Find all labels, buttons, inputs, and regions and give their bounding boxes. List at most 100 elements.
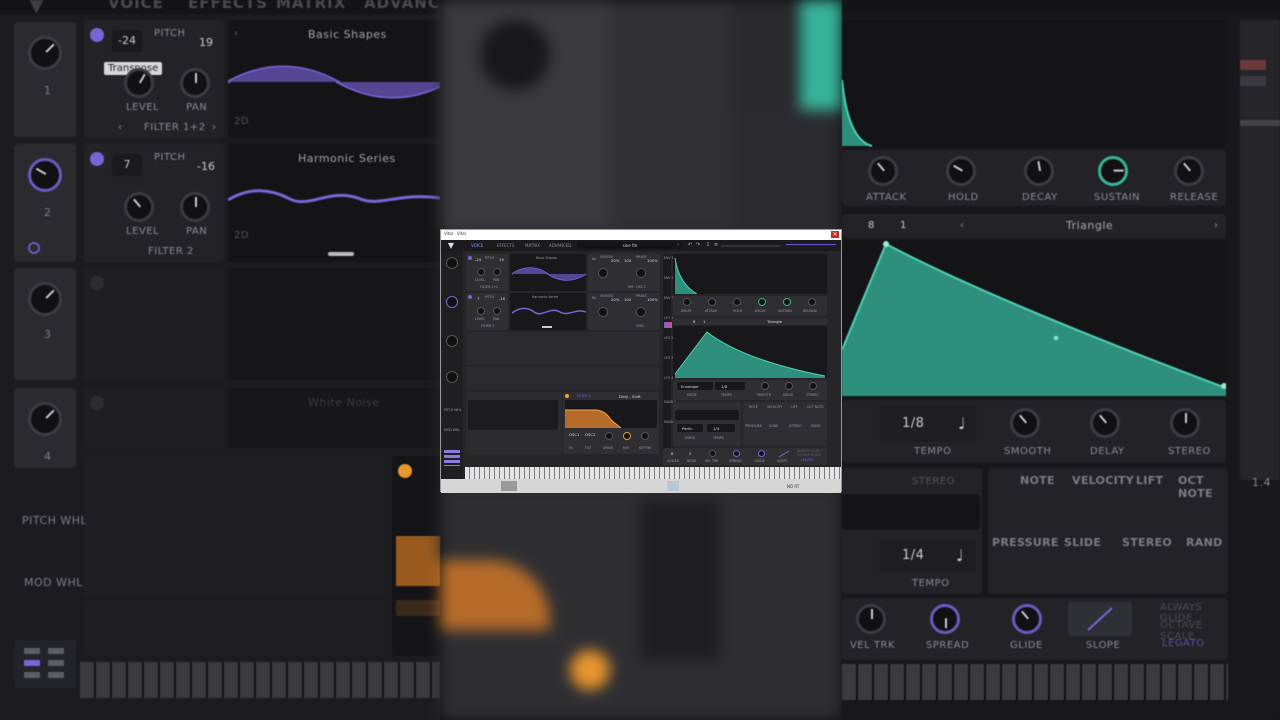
filter1-osc1-tag[interactable]: OSC1 [569, 432, 579, 437]
filter1-enable[interactable] [565, 394, 569, 398]
osc4-side-knob[interactable] [28, 402, 62, 436]
osc1-filter-prev-icon[interactable]: ‹ [118, 122, 123, 133]
osc1-mini-transpose[interactable]: -24 [475, 257, 481, 262]
osc2-tune[interactable]: -16 [192, 156, 220, 178]
env-sustain-knob[interactable] [1098, 156, 1128, 186]
random-tempo-box[interactable]: 1/4 ♩ [880, 538, 976, 574]
osc4-mini-side-knob[interactable] [446, 371, 458, 383]
env-mini-release[interactable] [808, 298, 816, 306]
mod-source-velocity[interactable]: VELOCITY [1072, 474, 1134, 487]
slope-display[interactable] [1068, 602, 1132, 636]
preset-browser-button[interactable] [444, 450, 460, 466]
lfo-mini-rate-num[interactable]: 8 [693, 319, 695, 324]
osc2-unison-knob[interactable] [598, 307, 608, 317]
mini-legato[interactable]: LEGATO [801, 458, 814, 462]
osc2-mini-enable[interactable] [468, 295, 472, 299]
osc1-filter-route[interactable]: FILTER 1+2 [144, 122, 206, 133]
filter1-fx-tag[interactable]: FX [569, 446, 573, 450]
osc3-side-knob[interactable] [28, 282, 62, 316]
osc1-tune[interactable]: 19 [192, 32, 220, 54]
lfo-mini-stereo[interactable] [809, 382, 817, 390]
lfo-tempo-box[interactable]: 1/8 ♩ [880, 406, 976, 442]
save-icon[interactable]: ⇩ [705, 242, 711, 248]
osc1-filter-next-icon[interactable]: › [212, 122, 217, 133]
osc3-enable[interactable] [90, 276, 104, 290]
mod-source-slide[interactable]: SLIDE [1064, 536, 1101, 549]
mini-slope-line[interactable] [777, 450, 791, 458]
lfo-shape-prev-icon[interactable]: ‹ [960, 220, 965, 231]
osc3-mini-side-knob[interactable] [446, 335, 458, 347]
lfo2-tab[interactable]: LFO 2 [664, 336, 673, 340]
env-decay-knob[interactable] [1024, 156, 1054, 186]
osc1-wave-display[interactable]: ‹ Basic Shapes 2D [228, 20, 440, 138]
filter1-drive-knob[interactable] [605, 432, 613, 440]
osc1-rm-osc2[interactable]: RM - OSC 2 [628, 285, 646, 289]
lfo-mini-graph[interactable] [673, 326, 827, 378]
osc1-mini-filter[interactable]: FILTER 1+2 [480, 285, 498, 289]
mini-src-stereo[interactable]: STEREO [789, 424, 802, 428]
env-mini-graph[interactable] [673, 254, 827, 295]
vel-trk-knob[interactable] [856, 604, 886, 634]
env-graph[interactable] [842, 20, 1226, 148]
osc2-pan-knob[interactable] [180, 192, 210, 222]
mod-source-stereo[interactable]: STEREO [1122, 536, 1172, 549]
osc1-phase-knob[interactable] [636, 268, 646, 278]
osc1-side-knob[interactable] [28, 36, 62, 70]
spread-knob[interactable] [930, 604, 960, 634]
env-mini-sustain[interactable] [783, 298, 791, 306]
osc1-enable[interactable] [90, 28, 104, 42]
env-attack-knob[interactable] [868, 156, 898, 186]
lfo-shape-next-icon[interactable]: › [1214, 220, 1219, 231]
mod-source-lift[interactable]: LIFT [1136, 474, 1163, 487]
osc1-pan-knob[interactable] [180, 68, 210, 98]
env-release-knob[interactable] [1174, 156, 1204, 186]
mini-src-pressure[interactable]: PRESSURE [745, 424, 762, 428]
preset-name[interactable]: sine fm [577, 242, 683, 249]
tab-voice[interactable]: VOICE [471, 243, 483, 248]
osc1-val100[interactable]: 100 [624, 258, 631, 263]
mini-octave-scale[interactable]: OCTAVE SCALE [797, 453, 821, 457]
lfo-mini-mode-box[interactable]: Envelope [677, 382, 713, 390]
lfo-mini-smooth[interactable] [761, 382, 769, 390]
osc1-mini-enable[interactable] [468, 256, 472, 260]
osc2-mini-filter[interactable]: FILTER 2 [481, 324, 494, 328]
voices-value[interactable]: 8 [671, 451, 673, 456]
mini-src-slide[interactable]: SLIDE [769, 424, 778, 428]
lfo-color-tab[interactable] [664, 322, 672, 328]
volume-slider[interactable] [786, 244, 836, 247]
mod-source-oct-note[interactable]: OCT NOTE [1178, 474, 1228, 500]
filter1-filt-tag[interactable]: FILT [585, 446, 591, 450]
osc1-mini-tune[interactable]: 19 [499, 257, 504, 262]
osc2-mini-level[interactable] [477, 307, 485, 315]
osc2-wave-display[interactable]: Harmonic Series 2D [228, 144, 440, 262]
osc2-phase-val[interactable]: 100% [647, 297, 658, 302]
osc1-level-knob[interactable] [124, 68, 154, 98]
mini-src-lift[interactable]: LIFT [791, 405, 797, 409]
osc2-enable[interactable] [90, 152, 104, 166]
random-graph[interactable] [842, 494, 980, 530]
osc1-mini-side-knob[interactable] [446, 257, 458, 269]
filter1-graph[interactable] [565, 400, 657, 429]
osc2-mini-frame-scroll[interactable] [542, 326, 552, 328]
osc1-unison-knob[interactable] [598, 268, 608, 278]
legato-toggle[interactable]: LEGATO [1162, 638, 1205, 649]
lfo3-tab[interactable]: LFO 3 [664, 356, 673, 360]
filter1-model[interactable]: Dirty - Shift [619, 394, 641, 399]
mini-src-oct-note[interactable]: OCT NOTE [807, 405, 824, 409]
osc2-level-knob[interactable] [124, 192, 154, 222]
osc2-voices[interactable]: 8v [592, 296, 596, 300]
filter1-keytrk-knob[interactable] [641, 432, 649, 440]
env-mini-hold[interactable] [733, 298, 741, 306]
env-mini-delay[interactable] [683, 298, 691, 306]
lfo-delay-knob[interactable] [1090, 408, 1120, 438]
undo-icon[interactable]: ↶ [687, 242, 693, 248]
lfo-mini-rate-den[interactable]: 1 [703, 319, 705, 324]
lfo-rate-num[interactable]: 8 [868, 220, 875, 231]
osc1-mini-wave[interactable]: Basic Shapes [510, 254, 586, 291]
osc1-transpose[interactable]: -24 [112, 30, 142, 52]
osc4-enable[interactable] [90, 396, 104, 410]
mod-source-rand[interactable]: RAND [1186, 536, 1223, 549]
osc2-mini-tune[interactable]: -16 [499, 296, 505, 301]
vital-logo-icon-small[interactable]: ▼ [445, 241, 457, 250]
osc1-mini-pan[interactable] [493, 268, 501, 276]
